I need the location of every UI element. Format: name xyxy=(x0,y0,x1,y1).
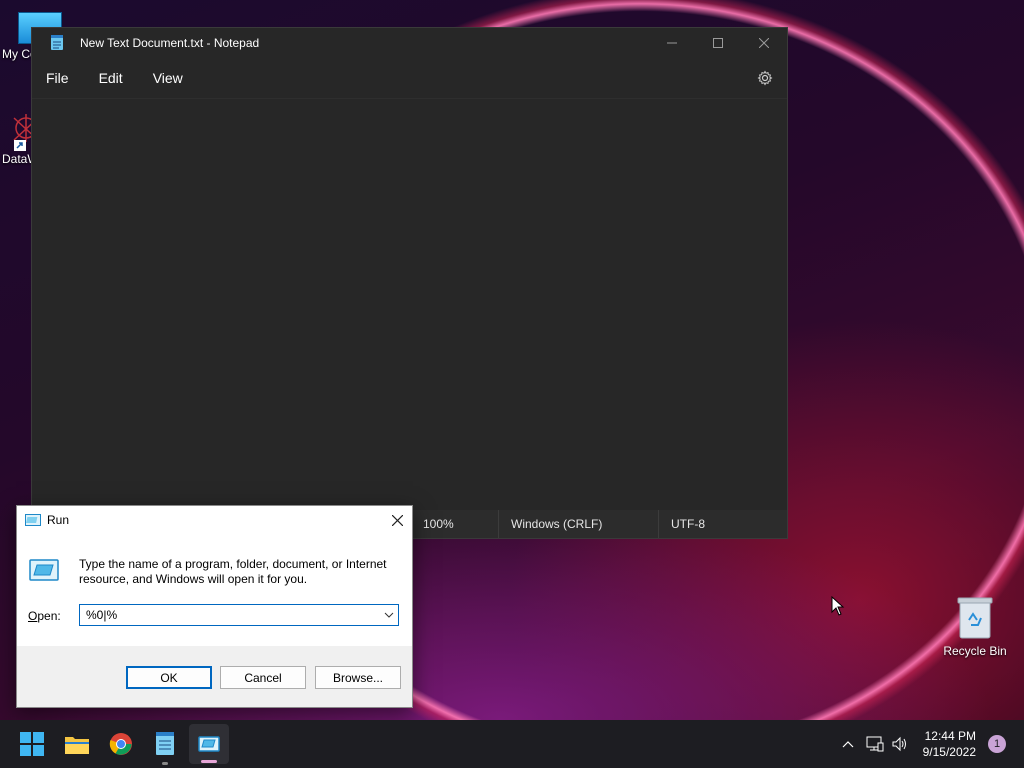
close-icon xyxy=(391,514,403,526)
run-description: Type the name of a program, folder, docu… xyxy=(79,557,387,586)
desktop-icon-label: Recycle Bin xyxy=(943,644,1007,658)
menu-edit[interactable]: Edit xyxy=(84,70,138,86)
taskbar-chrome[interactable] xyxy=(105,728,137,760)
run-icon xyxy=(198,736,220,752)
settings-gear-icon[interactable] xyxy=(757,70,773,86)
taskbar-notepad[interactable] xyxy=(149,728,181,765)
windows-logo-icon xyxy=(20,732,44,756)
mouse-cursor-icon xyxy=(831,596,845,616)
menu-view[interactable]: View xyxy=(138,70,198,86)
notification-badge[interactable]: 1 xyxy=(988,735,1006,753)
menu-bar: File Edit View xyxy=(32,58,787,98)
recycle-bin-icon xyxy=(955,596,995,640)
open-label: Open: xyxy=(28,609,61,623)
chrome-icon xyxy=(109,733,132,755)
run-close-button[interactable] xyxy=(388,511,406,529)
taskbar-run[interactable] xyxy=(189,724,229,764)
open-combobox[interactable] xyxy=(79,604,399,626)
desktop-icon-recycle-bin[interactable]: Recycle Bin xyxy=(940,596,1010,658)
network-icon xyxy=(866,736,884,752)
notepad-icon xyxy=(156,732,174,755)
taskbar: 12:44 PM 9/15/2022 1 xyxy=(0,720,1024,768)
maximize-icon xyxy=(713,38,723,48)
status-line-ending: Windows (CRLF) xyxy=(498,510,658,538)
run-dialog[interactable]: Run Type the name of a program, folder, … xyxy=(16,505,413,708)
notepad-icon xyxy=(50,35,64,51)
clock-date: 9/15/2022 xyxy=(922,745,976,759)
browse-button[interactable]: Browse... xyxy=(315,666,401,689)
running-indicator xyxy=(162,762,168,765)
status-zoom: 100% xyxy=(410,510,498,538)
maximize-button[interactable] xyxy=(695,28,741,58)
taskbar-file-explorer[interactable] xyxy=(61,728,93,760)
volume-button[interactable] xyxy=(890,734,910,754)
window-title: New Text Document.txt - Notepad xyxy=(80,36,260,50)
notepad-titlebar[interactable]: New Text Document.txt - Notepad xyxy=(32,28,787,58)
open-input[interactable] xyxy=(80,606,380,624)
active-indicator xyxy=(201,760,217,763)
ok-button[interactable]: OK xyxy=(126,666,212,689)
volume-icon xyxy=(892,736,906,752)
status-encoding: UTF-8 xyxy=(658,510,787,538)
show-hidden-icons-button[interactable] xyxy=(838,734,858,754)
close-icon xyxy=(759,38,769,48)
run-title: Run xyxy=(47,513,70,527)
run-icon xyxy=(25,514,41,526)
clock-time: 12:44 PM xyxy=(924,729,976,743)
run-footer: OK Cancel Browse... xyxy=(17,646,412,707)
menu-file[interactable]: File xyxy=(32,70,84,86)
close-button[interactable] xyxy=(741,28,787,58)
chevron-down-icon[interactable] xyxy=(380,605,398,625)
run-titlebar[interactable]: Run xyxy=(17,506,412,534)
network-button[interactable] xyxy=(865,734,885,754)
minimize-icon xyxy=(667,42,677,44)
cancel-button[interactable]: Cancel xyxy=(220,666,306,689)
notepad-window[interactable]: New Text Document.txt - Notepad File Edi… xyxy=(31,27,788,539)
folder-icon xyxy=(65,737,89,754)
start-button[interactable] xyxy=(16,728,48,760)
minimize-button[interactable] xyxy=(649,28,695,58)
text-editor-area[interactable] xyxy=(32,98,787,511)
run-program-icon xyxy=(29,559,59,583)
chevron-up-icon xyxy=(842,741,854,748)
clock[interactable]: 12:44 PM 9/15/2022 xyxy=(923,728,976,760)
